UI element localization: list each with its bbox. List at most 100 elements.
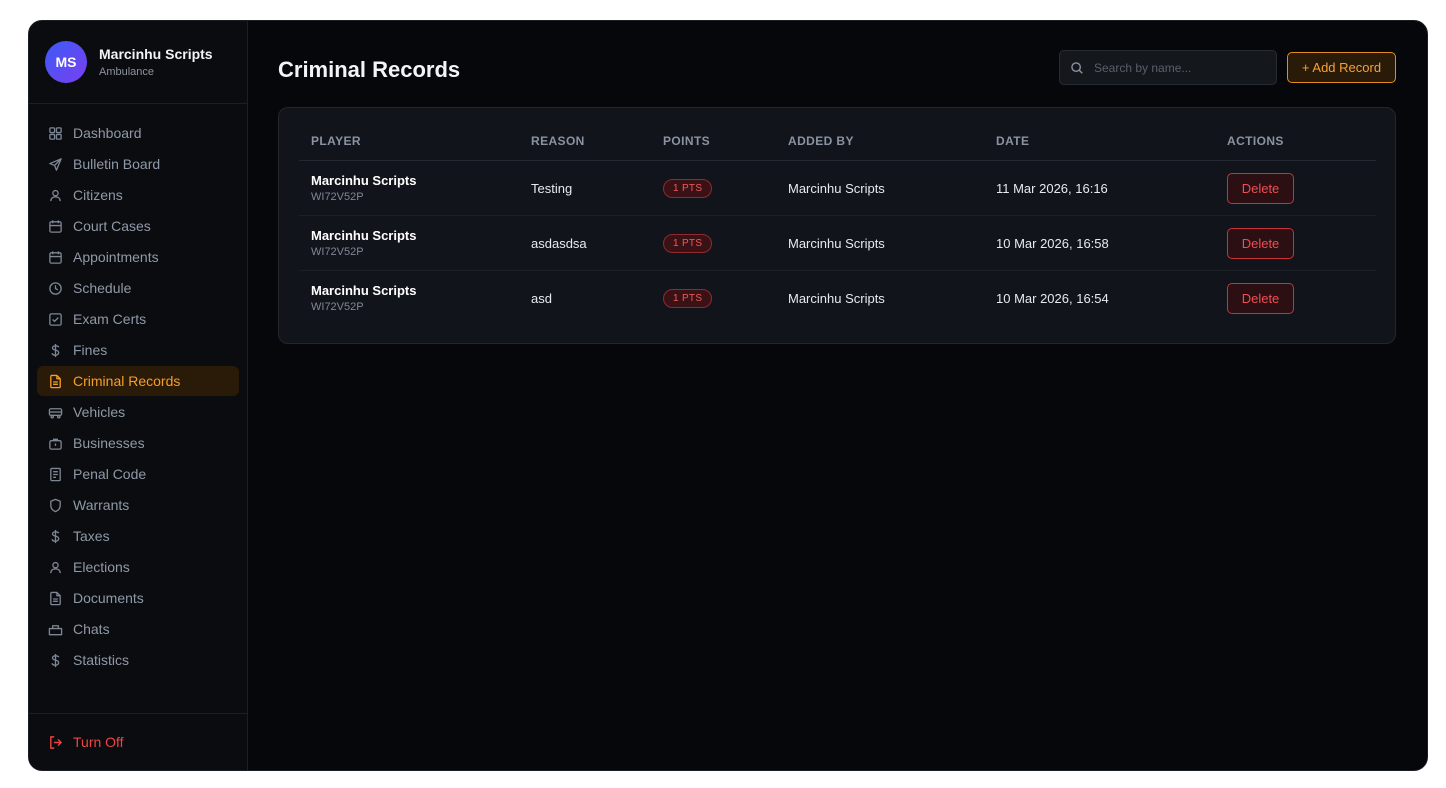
player-name: Marcinhu Scripts bbox=[311, 173, 417, 188]
profile-info: Marcinhu Scripts Ambulance bbox=[99, 46, 213, 78]
dollar-icon bbox=[47, 528, 63, 544]
book-icon bbox=[47, 466, 63, 482]
table-row: Marcinhu Scripts WI72V52P asdasdsa 1 PTS… bbox=[299, 215, 1376, 271]
sidebar-item-label: Statistics bbox=[73, 652, 130, 668]
sidebar-item-businesses[interactable]: Businesses bbox=[37, 428, 239, 458]
column-header-reason[interactable]: REASON bbox=[519, 122, 651, 161]
reason-cell: Testing bbox=[519, 160, 651, 216]
profile-name: Marcinhu Scripts bbox=[99, 46, 213, 62]
delete-button[interactable]: Delete bbox=[1227, 282, 1294, 314]
points-cell: 1 PTS bbox=[651, 215, 776, 271]
sidebar-item-label: Chats bbox=[73, 621, 110, 637]
player-id: WI72V52P bbox=[311, 246, 364, 258]
sidebar-item-warrants[interactable]: Warrants bbox=[37, 490, 239, 520]
records-card: PLAYER REASON POINTS ADDED BY DATE ACTIO… bbox=[278, 107, 1396, 344]
add-record-button[interactable]: + Add Record bbox=[1287, 52, 1396, 83]
table-row: Marcinhu Scripts WI72V52P asd 1 PTS Marc… bbox=[299, 271, 1376, 326]
bus-icon bbox=[47, 404, 63, 420]
delete-button[interactable]: Delete bbox=[1227, 172, 1294, 204]
profile-role: Ambulance bbox=[99, 66, 155, 78]
actions-cell: Delete bbox=[1215, 271, 1376, 326]
sidebar-item-label: Documents bbox=[73, 590, 144, 606]
file-icon bbox=[47, 373, 63, 389]
shield-icon bbox=[47, 497, 63, 513]
sidebar-item-citizens[interactable]: Citizens bbox=[37, 180, 239, 210]
column-header-date[interactable]: DATE bbox=[984, 122, 1215, 161]
avatar[interactable]: MS bbox=[45, 41, 87, 83]
delete-button[interactable]: Delete bbox=[1227, 227, 1294, 259]
dollar-icon bbox=[47, 652, 63, 668]
profile-header: MS Marcinhu Scripts Ambulance bbox=[29, 21, 247, 104]
page-title: Criminal Records bbox=[278, 57, 461, 82]
sidebar-item-fines[interactable]: Fines bbox=[37, 335, 239, 365]
sidebar-item-label: Businesses bbox=[73, 435, 145, 451]
added-by-cell: Marcinhu Scripts bbox=[776, 160, 984, 216]
calendar-icon bbox=[47, 218, 63, 234]
search-input[interactable] bbox=[1092, 59, 1266, 76]
date-cell: 10 Mar 2026, 16:54 bbox=[996, 290, 1109, 306]
sidebar-item-label: Elections bbox=[73, 559, 130, 575]
sidebar-item-exam-certs[interactable]: Exam Certs bbox=[37, 304, 239, 334]
player-cell: Marcinhu Scripts WI72V52P bbox=[299, 215, 519, 271]
file-icon bbox=[47, 590, 63, 606]
search-box[interactable] bbox=[1059, 50, 1277, 85]
clock-icon bbox=[47, 280, 63, 296]
sidebar-item-label: Exam Certs bbox=[73, 311, 147, 327]
chat-icon bbox=[47, 621, 63, 637]
table-header-row: PLAYER REASON POINTS ADDED BY DATE ACTIO… bbox=[299, 122, 1376, 161]
sidebar-item-label: Citizens bbox=[73, 187, 123, 203]
points-badge: 1 PTS bbox=[663, 178, 713, 198]
sidebar-item-appointments[interactable]: Appointments bbox=[37, 242, 239, 272]
sidebar-item-schedule[interactable]: Schedule bbox=[37, 273, 239, 303]
sidebar-item-elections[interactable]: Elections bbox=[37, 552, 239, 582]
sidebar-item-taxes[interactable]: Taxes bbox=[37, 521, 239, 551]
sidebar-item-label: Taxes bbox=[73, 528, 110, 544]
grid-icon bbox=[47, 125, 63, 141]
player-cell: Marcinhu Scripts WI72V52P bbox=[299, 271, 519, 326]
column-header-actions: ACTIONS bbox=[1215, 122, 1376, 161]
actions-cell: Delete bbox=[1215, 160, 1376, 216]
table-row: Marcinhu Scripts WI72V52P Testing 1 PTS … bbox=[299, 160, 1376, 216]
sidebar-item-documents[interactable]: Documents bbox=[37, 583, 239, 613]
points-badge: 1 PTS bbox=[663, 233, 713, 253]
sidebar-item-label: Criminal Records bbox=[73, 373, 181, 389]
date-cell: 11 Mar 2026, 16:16 bbox=[984, 160, 1215, 216]
points-cell: 1 PTS bbox=[651, 271, 776, 326]
reason-cell: asdasdsa bbox=[519, 215, 651, 271]
send-icon bbox=[47, 156, 63, 172]
turn-off-button[interactable]: Turn Off bbox=[47, 734, 124, 750]
column-header-added-by[interactable]: ADDED BY bbox=[776, 122, 984, 161]
sidebar-item-penal-code[interactable]: Penal Code bbox=[37, 459, 239, 489]
sidebar-item-label: Appointments bbox=[73, 249, 159, 265]
dollar-icon bbox=[47, 342, 63, 358]
player-name: Marcinhu Scripts bbox=[311, 283, 417, 298]
column-header-player[interactable]: PLAYER bbox=[299, 122, 519, 161]
records-table: PLAYER REASON POINTS ADDED BY DATE ACTIO… bbox=[299, 122, 1376, 325]
sidebar-item-label: Vehicles bbox=[73, 404, 126, 420]
sidebar-item-chats[interactable]: Chats bbox=[37, 614, 239, 644]
sidebar-item-bulletin-board[interactable]: Bulletin Board bbox=[37, 149, 239, 179]
user-icon bbox=[47, 559, 63, 575]
actions-cell: Delete bbox=[1215, 215, 1376, 271]
column-header-points[interactable]: POINTS bbox=[651, 122, 776, 161]
turn-off-label: Turn Off bbox=[73, 734, 124, 750]
date-cell: 10 Mar 2026, 16:58 bbox=[984, 215, 1215, 271]
sidebar-item-label: Schedule bbox=[73, 280, 132, 296]
points-cell: 1 PTS bbox=[651, 160, 776, 216]
sidebar-item-court-cases[interactable]: Court Cases bbox=[37, 211, 239, 241]
checkbox-icon bbox=[47, 311, 63, 327]
sidebar-nav: Dashboard Bulletin Board Citizens Court … bbox=[29, 104, 247, 675]
sidebar-item-vehicles[interactable]: Vehicles bbox=[37, 397, 239, 427]
main-content: Criminal Records + Add Record PLAYER REA… bbox=[248, 21, 1427, 770]
search-icon bbox=[1070, 61, 1084, 75]
added-by-cell: Marcinhu Scripts bbox=[776, 215, 984, 271]
sidebar-item-criminal-records[interactable]: Criminal Records bbox=[37, 366, 239, 396]
reason-cell: asd bbox=[531, 290, 552, 306]
sidebar-item-dashboard[interactable]: Dashboard bbox=[37, 118, 239, 148]
sidebar-item-label: Bulletin Board bbox=[73, 156, 161, 172]
sidebar-item-statistics[interactable]: Statistics bbox=[37, 645, 239, 675]
user-icon bbox=[47, 187, 63, 203]
player-id: WI72V52P bbox=[311, 191, 364, 203]
player-cell: Marcinhu Scripts WI72V52P bbox=[299, 160, 519, 216]
sidebar-item-label: Dashboard bbox=[73, 125, 142, 141]
